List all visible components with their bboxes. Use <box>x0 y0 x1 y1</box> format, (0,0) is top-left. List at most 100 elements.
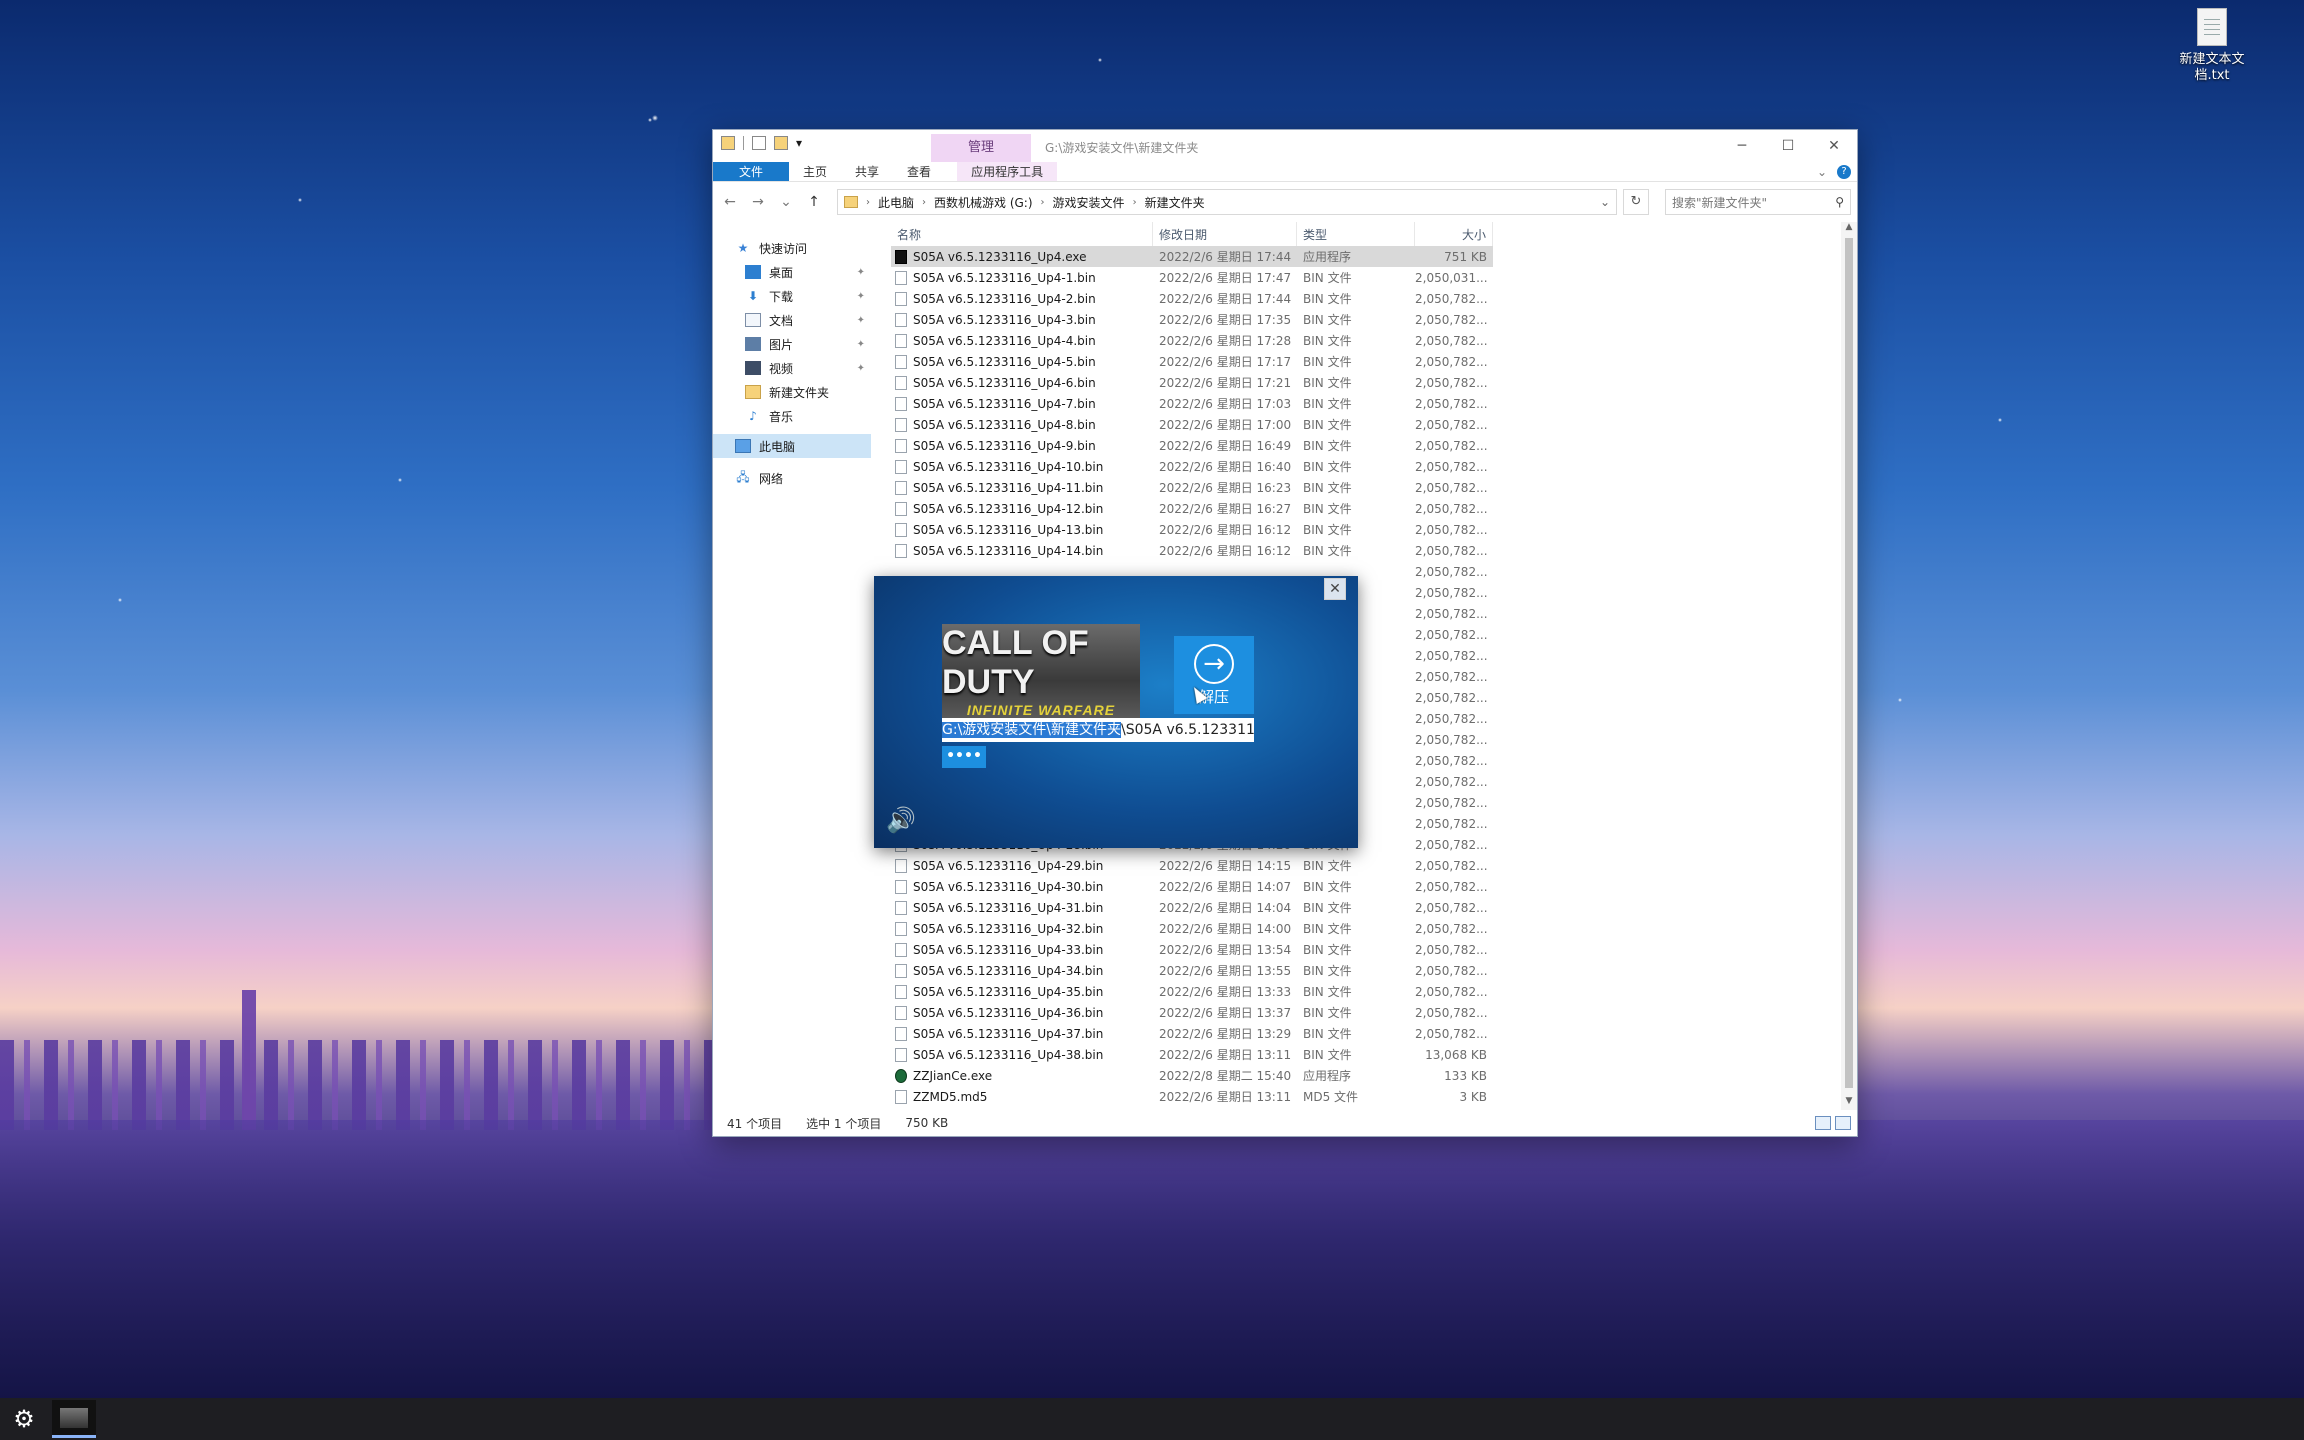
table-row[interactable]: S05A v6.5.1233116_Up4-30.bin 2022/2/6 星期日… <box>891 876 1493 897</box>
installer-close-button[interactable]: ✕ <box>1324 578 1346 600</box>
table-row[interactable]: S05A v6.5.1233116_Up4-34.bin 2022/2/6 星期日… <box>891 960 1493 981</box>
table-row[interactable]: S05A v6.5.1233116_Up4-33.bin 2022/2/6 星期日… <box>891 939 1493 960</box>
table-row[interactable]: S05A v6.5.1233116_Up4-8.bin 2022/2/6 星期日 … <box>891 414 1493 435</box>
chevron-right-icon[interactable]: › <box>1133 197 1137 208</box>
table-row[interactable]: S05A v6.5.1233116_Up4-31.bin 2022/2/6 星期日… <box>891 897 1493 918</box>
table-row[interactable]: ZZJianCe.exe 2022/2/8 星期二 15:40 应用程序 133 KB <box>891 1065 1493 1086</box>
scrollbar-thumb[interactable] <box>1845 238 1853 1088</box>
browse-button[interactable]: •••• <box>942 746 986 768</box>
minimize-button[interactable]: ─ <box>1719 130 1765 162</box>
selected-size: 750 KB <box>905 1116 949 1130</box>
help-icon[interactable]: ? <box>1837 164 1851 179</box>
tab-view[interactable]: 查看 <box>893 162 945 181</box>
scroll-down-icon[interactable]: ▼ <box>1841 1096 1857 1110</box>
file-icon <box>895 270 907 285</box>
nav-label: 快速访问 <box>759 241 808 256</box>
customize-toolbar-icon[interactable]: ▾ <box>796 136 802 150</box>
file-date: 2022/2/6 星期日 17:17 <box>1159 355 1292 369</box>
address-bar[interactable]: › 此电脑 › 西数机械游戏 (G:) › 游戏安装文件 › 新建文件夹 ⌄ <box>837 189 1617 215</box>
details-view-icon[interactable] <box>1815 1116 1831 1130</box>
file-name-cell: S05A v6.5.1233116_Up4-38.bin <box>891 1047 1153 1062</box>
file-size: 2,050,782... <box>1415 1026 1488 1041</box>
tab-home[interactable]: 主页 <box>789 162 841 181</box>
properties-icon[interactable] <box>752 136 766 150</box>
tab-share[interactable]: 共享 <box>841 162 893 181</box>
nav-documents[interactable]: 文档 ✦ <box>713 308 871 332</box>
table-row[interactable]: S05A v6.5.1233116_Up4-9.bin 2022/2/6 星期日 … <box>891 435 1493 456</box>
folder-icon[interactable] <box>721 136 735 150</box>
back-button[interactable]: ← <box>719 194 741 210</box>
file-icon <box>895 900 907 915</box>
table-row[interactable]: ZZMD5.md5 2022/2/6 星期日 13:11 MD5 文件 3 KB <box>891 1086 1493 1107</box>
nav-downloads[interactable]: ⬇ 下载 ✦ <box>713 284 871 308</box>
table-row[interactable]: S05A v6.5.1233116_Up4-1.bin 2022/2/6 星期日 … <box>891 267 1493 288</box>
table-row[interactable]: S05A v6.5.1233116_Up4-5.bin 2022/2/6 星期日 … <box>891 351 1493 372</box>
column-header-type[interactable]: 类型 <box>1297 222 1415 246</box>
table-row[interactable]: S05A v6.5.1233116_Up4.exe 2022/2/6 星期日 17… <box>891 246 1493 267</box>
divider <box>743 136 744 150</box>
table-row[interactable]: S05A v6.5.1233116_Up4-29.bin 2022/2/6 星期日… <box>891 855 1493 876</box>
table-row[interactable]: S05A v6.5.1233116_Up4-36.bin 2022/2/6 星期日… <box>891 1002 1493 1023</box>
nav-network[interactable]: 🖧 网络 <box>713 466 871 490</box>
table-row[interactable]: S05A v6.5.1233116_Up4-32.bin 2022/2/6 星期日… <box>891 918 1493 939</box>
title-bar[interactable]: ▾ 管理 G:\游戏安装文件\新建文件夹 ─ ☐ ✕ <box>713 130 1857 162</box>
nav-quick-access[interactable]: ★ 快速访问 <box>713 236 871 260</box>
column-header-date[interactable]: 修改日期 <box>1153 222 1297 246</box>
table-row[interactable]: S05A v6.5.1233116_Up4-38.bin 2022/2/6 星期日… <box>891 1044 1493 1065</box>
forward-button[interactable]: → <box>747 194 769 210</box>
table-row[interactable]: S05A v6.5.1233116_Up4-13.bin 2022/2/6 星期日… <box>891 519 1493 540</box>
table-row[interactable]: S05A v6.5.1233116_Up4-10.bin 2022/2/6 星期日… <box>891 456 1493 477</box>
chevron-right-icon[interactable]: › <box>922 197 926 208</box>
table-row[interactable]: S05A v6.5.1233116_Up4-12.bin 2022/2/6 星期日… <box>891 498 1493 519</box>
close-button[interactable]: ✕ <box>1811 130 1857 162</box>
table-row[interactable]: S05A v6.5.1233116_Up4-11.bin 2022/2/6 星期日… <box>891 477 1493 498</box>
search-input[interactable]: 搜索"新建文件夹" ⚲ <box>1665 189 1851 215</box>
tab-file[interactable]: 文件 <box>713 162 790 181</box>
install-path-input[interactable]: G:\游戏安装文件\新建文件夹\S05A v6.5.1233116_Up <box>942 718 1254 742</box>
nav-this-pc[interactable]: 此电脑 <box>713 434 871 458</box>
navigation-pane: ★ 快速访问 桌面 ✦ ⬇ 下载 ✦ 文档 ✦ 图片 ✦ 视频 ✦ 新建文件夹 … <box>713 222 871 1110</box>
breadcrumb-this-pc[interactable]: 此电脑 <box>878 194 914 211</box>
breadcrumb-game-install[interactable]: 游戏安装文件 <box>1053 194 1125 211</box>
table-row[interactable]: S05A v6.5.1233116_Up4-37.bin 2022/2/6 星期日… <box>891 1023 1493 1044</box>
table-row[interactable]: S05A v6.5.1233116_Up4-14.bin 2022/2/6 星期日… <box>891 540 1493 561</box>
path-rest-text: \S05A v6.5.1233116_Up <box>1121 722 1254 738</box>
expand-ribbon-icon[interactable]: ⌄ <box>1817 165 1827 179</box>
table-row[interactable]: S05A v6.5.1233116_Up4-6.bin 2022/2/6 星期日 … <box>891 372 1493 393</box>
table-row[interactable]: S05A v6.5.1233116_Up4-4.bin 2022/2/6 星期日 … <box>891 330 1493 351</box>
table-row[interactable]: S05A v6.5.1233116_Up4-2.bin 2022/2/6 星期日 … <box>891 288 1493 309</box>
vertical-scrollbar[interactable]: ▲ ▼ <box>1841 222 1857 1110</box>
gear-icon[interactable]: ⚙ <box>0 1405 48 1433</box>
file-size: 133 KB <box>1444 1068 1487 1083</box>
refresh-button[interactable]: ↻ <box>1623 189 1649 215</box>
table-row[interactable]: S05A v6.5.1233116_Up4-35.bin 2022/2/6 星期日… <box>891 981 1493 1002</box>
breadcrumb-new-folder[interactable]: 新建文件夹 <box>1145 194 1205 211</box>
table-row[interactable]: S05A v6.5.1233116_Up4-3.bin 2022/2/6 星期日 … <box>891 309 1493 330</box>
recent-locations-icon[interactable]: ⌄ <box>775 194 797 210</box>
table-row[interactable]: S05A v6.5.1233116_Up4-7.bin 2022/2/6 星期日 … <box>891 393 1493 414</box>
chevron-right-icon[interactable]: › <box>866 197 870 208</box>
column-header-size[interactable]: 大小 <box>1415 222 1493 246</box>
large-icons-view-icon[interactable] <box>1835 1116 1851 1130</box>
maximize-button[interactable]: ☐ <box>1765 130 1811 162</box>
up-button[interactable]: ↑ <box>803 194 825 210</box>
nav-music[interactable]: ♪ 音乐 <box>713 404 871 428</box>
column-header-name[interactable]: 名称 <box>891 222 1153 246</box>
breadcrumb-drive[interactable]: 西数机械游戏 (G:) <box>934 194 1033 211</box>
desktop-file-icon[interactable]: 新建文本文档.txt <box>2168 8 2256 84</box>
extract-button[interactable]: → 解压 <box>1174 636 1254 714</box>
nav-desktop[interactable]: 桌面 ✦ <box>713 260 871 284</box>
nav-videos[interactable]: 视频 ✦ <box>713 356 871 380</box>
tab-application-tools[interactable]: 应用程序工具 <box>957 162 1058 181</box>
nav-pictures[interactable]: 图片 ✦ <box>713 332 871 356</box>
scroll-up-icon[interactable]: ▲ <box>1841 222 1857 236</box>
file-name: S05A v6.5.1233116_Up4-7.bin <box>913 396 1096 411</box>
file-date: 2022/2/6 星期日 17:21 <box>1159 376 1292 390</box>
chevron-down-icon[interactable]: ⌄ <box>1600 195 1610 209</box>
taskbar-app-installer[interactable] <box>52 1400 96 1438</box>
file-name: S05A v6.5.1233116_Up4-34.bin <box>913 963 1104 978</box>
chevron-right-icon[interactable]: › <box>1041 197 1045 208</box>
speaker-icon[interactable]: 🔊 <box>886 806 916 834</box>
nav-new-folder[interactable]: 新建文件夹 <box>713 380 871 404</box>
new-folder-icon[interactable] <box>774 136 788 150</box>
